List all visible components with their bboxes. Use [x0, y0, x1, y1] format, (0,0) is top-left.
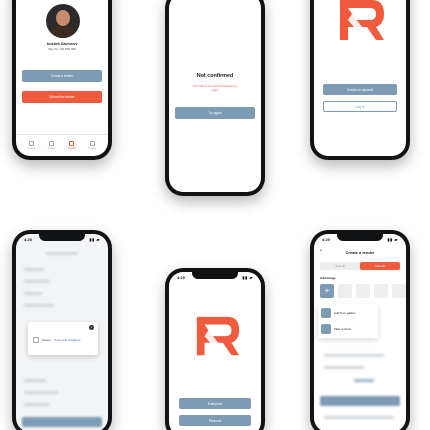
- status-time: 4:20: [177, 275, 186, 280]
- image-slot[interactable]: [374, 284, 388, 298]
- image-slot[interactable]: [392, 284, 406, 298]
- user-name: Azizbek Davronov: [46, 42, 78, 46]
- create-account-button[interactable]: Create an account: [323, 84, 397, 95]
- blurred-content: [46, 252, 78, 255]
- terms-link[interactable]: Terms and conditions: [54, 338, 80, 342]
- blurred-content: [24, 403, 50, 406]
- accept-text: Accept: [42, 338, 51, 342]
- not-confirmed-screen: Not confirmed Your card is not confirmed…: [169, 0, 261, 192]
- tab-label: Orders: [47, 147, 56, 150]
- image-source-menu: Add from gallery Take a photo: [318, 304, 378, 338]
- tab-label: Home: [28, 147, 36, 150]
- tab-bar: Home Orders Tender Profile: [16, 134, 108, 156]
- take-photo-item[interactable]: Take a photo: [321, 324, 351, 334]
- not-confirmed-message: Your card is not confirmed please try ag…: [192, 84, 238, 92]
- personal-button[interactable]: Personal: [179, 415, 251, 426]
- profile-screen: Azizbek Davronov Tas No: 120 990 968 Cre…: [16, 0, 108, 156]
- tab-label: Tender: [67, 147, 76, 150]
- close-icon[interactable]: ×: [89, 325, 94, 330]
- status-time: 4:20: [322, 237, 331, 242]
- tab-profile[interactable]: Profile: [88, 141, 96, 150]
- create-tender-screen: 4:20 ▮▮ ▰ ‹ Create a tender Area fill Ma…: [314, 234, 406, 430]
- tab-orders[interactable]: Orders: [48, 141, 56, 150]
- create-tender-title: Create a tender: [345, 250, 375, 255]
- add-from-gallery-label: Add from gallery: [334, 311, 356, 315]
- segment-control: Area fill Manual: [320, 262, 400, 270]
- blurred-content: [354, 379, 374, 382]
- phone-not-confirmed: Not confirmed Your card is not confirmed…: [165, 0, 265, 196]
- terms-screen: 4:20 ▮▮ ▰ × Accept Terms and conditions: [16, 234, 108, 430]
- phone-auth: Create an account Log in: [310, 0, 410, 160]
- segment-area-fill[interactable]: Area fill: [320, 262, 360, 270]
- status-icons: ▮▮ ▰: [89, 237, 100, 242]
- terms-dialog: × Accept Terms and conditions: [28, 322, 98, 355]
- notch: [39, 234, 85, 241]
- splash-screen: 4:20 ▮▮ ▰ Enterprise Personal: [169, 272, 261, 430]
- add-image-label: Add Image: [320, 276, 336, 280]
- blurred-content: [24, 268, 44, 271]
- phone-profile: Azizbek Davronov Tas No: 120 990 968 Cre…: [12, 0, 112, 160]
- try-again-button[interactable]: Try again: [175, 107, 255, 119]
- avatar: [46, 4, 80, 38]
- profile-icon: [89, 141, 95, 146]
- blurred-content: [24, 292, 42, 295]
- tab-tender[interactable]: Tender: [68, 141, 76, 150]
- status-time: 4:20: [24, 237, 33, 242]
- image-slots: +: [320, 284, 406, 298]
- orders-icon: [49, 141, 55, 146]
- gallery-icon: [321, 308, 331, 318]
- tender-icon: [69, 141, 75, 146]
- app-logo: [193, 312, 243, 364]
- blurred-content: [324, 416, 394, 419]
- submit-tender-button[interactable]: Submit the tender: [22, 91, 102, 103]
- blurred-content: [24, 304, 54, 307]
- blurred-content: [324, 366, 364, 369]
- user-phone: Tas No: 120 990 968: [48, 47, 76, 51]
- home-icon: [29, 141, 35, 146]
- camera-icon: [321, 324, 331, 334]
- blurred-button: [320, 396, 400, 406]
- blurred-button: [22, 417, 102, 427]
- add-image-button[interactable]: +: [320, 284, 334, 298]
- add-from-gallery-item[interactable]: Add from gallery: [321, 308, 356, 318]
- phone-create-tender: 4:20 ▮▮ ▰ ‹ Create a tender Area fill Ma…: [310, 230, 410, 430]
- segment-manual[interactable]: Manual: [360, 262, 400, 270]
- tab-home[interactable]: Home: [28, 141, 35, 150]
- create-tender-button[interactable]: Create a tender: [22, 70, 102, 82]
- auth-screen: Create an account Log in: [314, 0, 406, 156]
- blurred-content: [324, 354, 384, 357]
- accept-checkbox[interactable]: [33, 337, 39, 343]
- image-slot[interactable]: [356, 284, 370, 298]
- notch: [337, 234, 383, 241]
- take-photo-label: Take a photo: [334, 327, 352, 331]
- blurred-content: [24, 379, 46, 382]
- image-slot[interactable]: [338, 284, 352, 298]
- status-icons: ▮▮ ▰: [242, 275, 253, 280]
- not-confirmed-title: Not confirmed: [196, 73, 234, 79]
- blurred-content: [24, 391, 58, 394]
- tab-label: Profile: [88, 147, 96, 150]
- notch: [192, 272, 238, 279]
- phone-splash: 4:20 ▮▮ ▰ Enterprise Personal: [165, 268, 265, 430]
- blurred-content: [24, 280, 50, 283]
- app-logo: [336, 0, 388, 44]
- log-in-button[interactable]: Log in: [323, 101, 397, 112]
- status-icons: ▮▮ ▰: [387, 237, 398, 242]
- phone-terms: 4:20 ▮▮ ▰ × Accept Terms and conditions: [12, 230, 112, 430]
- enterprise-button[interactable]: Enterprise: [179, 398, 251, 409]
